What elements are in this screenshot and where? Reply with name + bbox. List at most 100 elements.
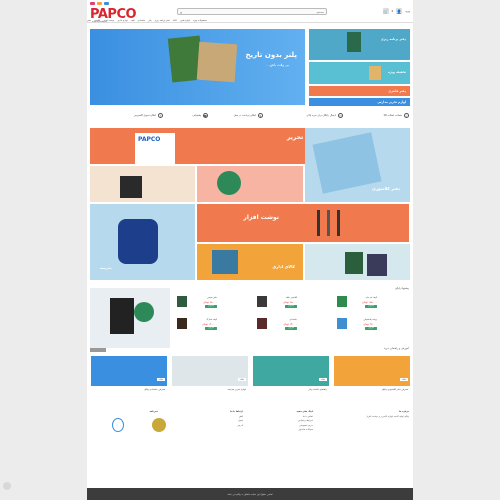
- product-price: ۱۸۵,۰۰۰ تومان: [362, 301, 377, 304]
- promo-title: کالای اداری: [272, 264, 295, 269]
- footer-heading: ارتباط با ما: [230, 410, 243, 413]
- plant-image: [217, 171, 241, 195]
- product-card[interactable]: دفتر سیمی ۹۸,۰۰۰ تومان افزودن: [177, 296, 217, 310]
- product-name: پوشه پلاستیکی: [363, 318, 377, 321]
- product-image: [257, 318, 267, 329]
- blog-more-button[interactable]: [90, 348, 106, 352]
- footer-links: لینک های مفید تماس با ما شرایط و قوانین …: [296, 410, 313, 433]
- box-image: [212, 250, 238, 274]
- blog-image: [253, 356, 329, 386]
- product-card[interactable]: جامدادی ۴۳,۰۰۰ تومان افزودن: [257, 318, 297, 332]
- side-banner-3[interactable]: دفتر فانتزی: [309, 86, 410, 96]
- feature-item: ✓ ضمانت اصالت کالا: [384, 110, 409, 120]
- truck-icon: ▭: [338, 112, 343, 118]
- promo-plant[interactable]: [197, 166, 303, 202]
- blog-card[interactable]: مقاله لوازم تحریر مدرسه: [172, 356, 248, 398]
- nav-item[interactable]: لوازم هنری: [180, 19, 190, 22]
- nav-item[interactable]: کیف: [131, 19, 135, 22]
- product-name: کلاسور حلقه: [285, 296, 297, 299]
- blog-caption: راهنمای انتخاب پلنر: [308, 388, 327, 391]
- nav-item[interactable]: دفتر برنامه ریزی: [155, 19, 170, 22]
- cart-icon[interactable]: 🛒: [382, 8, 389, 14]
- blog-card[interactable]: مقاله معرفی دفتر کلاسوری پاپکو: [334, 356, 410, 398]
- footer-link[interactable]: حریم خصوصی: [296, 424, 313, 427]
- search-input[interactable]: [186, 10, 324, 15]
- footer-contact-item: آدرس: [237, 423, 243, 427]
- side-banner-4[interactable]: لوازم تحریر مدارس: [309, 98, 410, 106]
- blog-caption: معرفی دفتر کلاسوری پاپکو: [382, 388, 408, 391]
- add-to-cart-button[interactable]: افزودن: [365, 305, 377, 308]
- product-card[interactable]: کیف لپ تاپ ۱۸۵,۰۰۰ تومان افزودن: [337, 296, 377, 310]
- nav-item[interactable]: پلنر: [148, 19, 151, 22]
- side-banner-text: دفتر برنامه ریزی: [380, 37, 406, 41]
- add-to-cart-button[interactable]: افزودن: [205, 305, 217, 308]
- promo-title: مدرسه: [100, 266, 112, 270]
- nav-item[interactable]: کاغذ: [173, 19, 177, 22]
- product-price: ۴۳,۰۰۰ تومان: [283, 323, 297, 326]
- footer-heading: خبرنامه: [149, 410, 158, 413]
- product-price: ۱۲۰,۰۰۰ تومان: [202, 323, 217, 326]
- wallet-icon: $: [258, 112, 263, 118]
- side-banner-text: تخفیف ویژه: [388, 70, 406, 74]
- top-chips: [90, 2, 109, 5]
- notebook-image: [345, 252, 363, 274]
- cart-count: 0: [391, 9, 394, 13]
- product-name: کیف لپ تاپ: [365, 296, 377, 299]
- promo-notebook[interactable]: [90, 166, 195, 202]
- nav-item[interactable]: محصولات ویژه: [193, 19, 207, 22]
- add-to-cart-button[interactable]: افزودن: [285, 305, 297, 308]
- blog-tag: مقاله: [318, 378, 327, 381]
- chip[interactable]: [97, 2, 102, 5]
- trust-seal-badge[interactable]: [152, 418, 166, 432]
- footer-link[interactable]: تماس با ما: [296, 415, 313, 418]
- add-to-cart-button[interactable]: افزودن: [365, 327, 377, 330]
- search-box[interactable]: ⌕: [177, 8, 327, 15]
- enamad-badge[interactable]: [112, 418, 124, 432]
- account-link[interactable]: ورود: [405, 10, 410, 13]
- header-actions: 🛒 0 👤 ورود: [382, 8, 410, 14]
- product-card[interactable]: کیف مدارک ۱۲۰,۰۰۰ تومان افزودن: [177, 318, 217, 332]
- promo-office[interactable]: کالای اداری: [197, 244, 303, 280]
- scroll-top-button[interactable]: [3, 482, 11, 490]
- add-to-cart-button[interactable]: افزودن: [285, 327, 297, 330]
- product-name: کیف مدارک: [206, 318, 217, 321]
- user-icon[interactable]: 👤: [396, 8, 403, 14]
- products-banner[interactable]: [90, 288, 170, 348]
- promo-bag[interactable]: مدرسه: [90, 204, 195, 280]
- blog-card[interactable]: مقاله راهنمای انتخاب پلنر: [253, 356, 329, 398]
- product-image: [177, 318, 187, 329]
- feature-item: ⚡ امکان تحویل اکسپرس: [134, 110, 163, 120]
- product-image: [337, 296, 347, 307]
- promo-title: دفتر کلاسوری: [372, 186, 400, 191]
- nav-item[interactable]: نوشت افزار: [103, 19, 114, 22]
- footer-link[interactable]: سوالات متداول: [296, 428, 314, 431]
- promo-binder[interactable]: دفتر کلاسوری: [305, 128, 410, 202]
- footer-link[interactable]: شرایط و قوانین: [296, 419, 313, 422]
- chip[interactable]: [104, 2, 109, 5]
- nav-item[interactable]: لوازم اداری: [117, 19, 127, 22]
- side-banner-1[interactable]: دفتر برنامه ریزی: [309, 29, 410, 60]
- add-to-cart-button[interactable]: افزودن: [205, 327, 217, 330]
- blog-card[interactable]: مقاله معرفی جامدادی پاپکو: [91, 356, 167, 398]
- footer-contact-item: ایمیل: [237, 419, 243, 423]
- nav-item[interactable]: دفتر: [87, 19, 91, 22]
- product-card[interactable]: پوشه پلاستیکی ۲۷,۰۰۰ تومان افزودن: [337, 318, 377, 332]
- chip[interactable]: [90, 2, 95, 5]
- support-icon: ☎: [203, 112, 208, 118]
- product-price: ۲۷,۰۰۰ تومان: [363, 323, 377, 326]
- copyright-bar: تمامی حقوق این سایت متعلق به پاپکو می با…: [87, 488, 413, 500]
- hero-banner[interactable]: پلنر بدون تاریخ بی وقت باش...: [90, 29, 305, 105]
- side-banner-2[interactable]: تخفیف ویژه: [309, 62, 410, 84]
- product-name: جامدادی: [289, 318, 297, 321]
- notebook-image: [120, 176, 142, 198]
- nav-item[interactable]: جامدادی: [138, 19, 146, 22]
- main-nav: دفتر کلاسور نوشت افزار لوازم اداری کیف جامداد…: [87, 18, 413, 23]
- nav-item[interactable]: کلاسور: [94, 19, 100, 22]
- promo-notebooks[interactable]: [305, 244, 410, 280]
- footer-newsletter: خبرنامه: [149, 410, 158, 415]
- feature-label: امکان تحویل اکسپرس: [133, 113, 156, 117]
- promo-pen[interactable]: نوشت افزار: [197, 204, 409, 242]
- product-price: ۶۵,۰۰۰ تومان: [283, 301, 297, 304]
- search-icon[interactable]: ⌕: [180, 10, 182, 15]
- product-card[interactable]: کلاسور حلقه ۶۵,۰۰۰ تومان افزودن: [257, 296, 297, 310]
